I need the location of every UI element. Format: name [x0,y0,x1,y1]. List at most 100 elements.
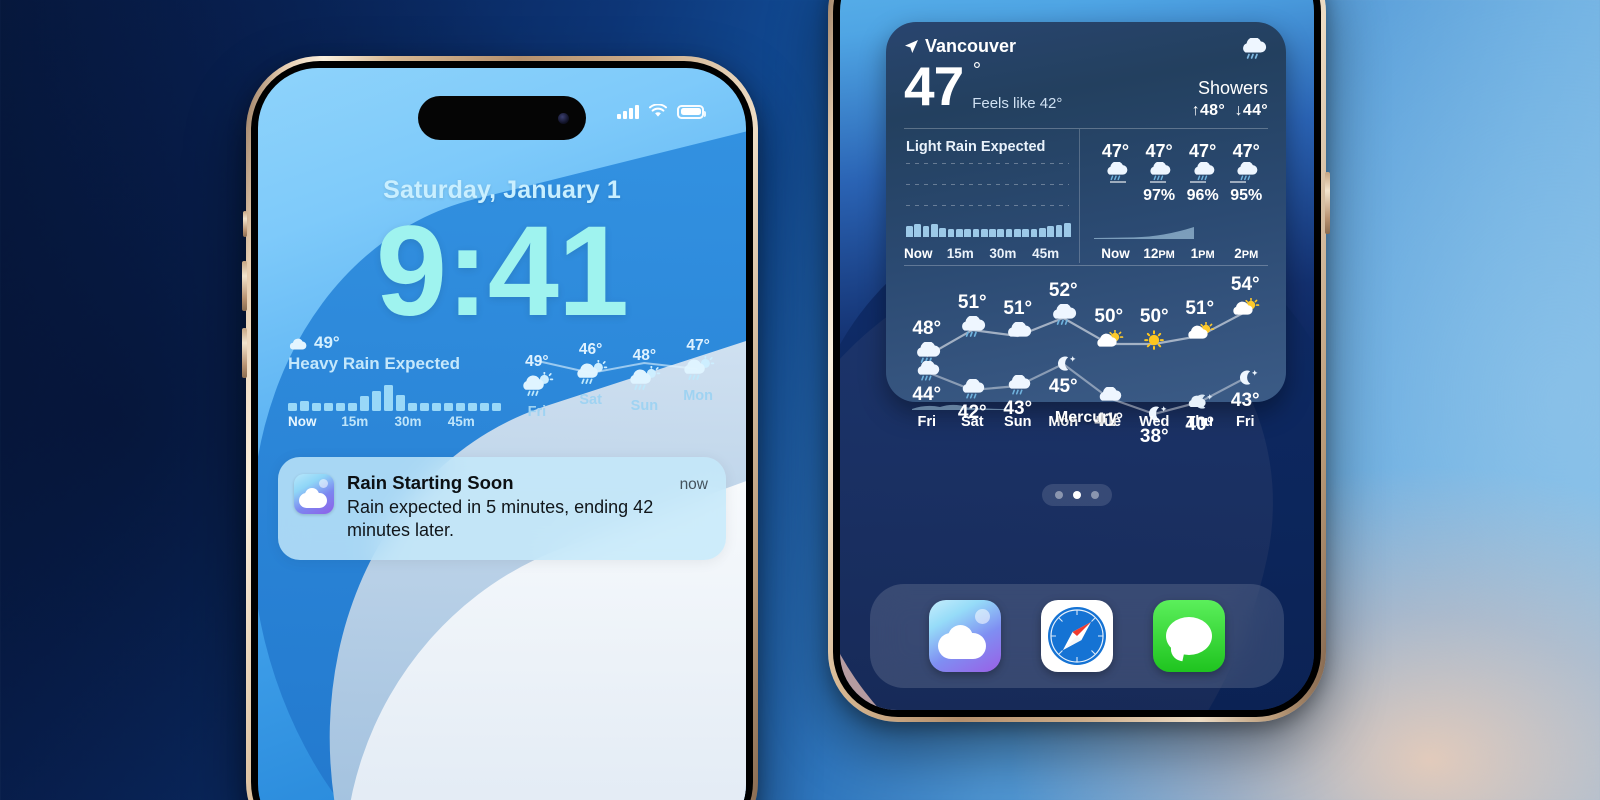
daily-low-temp: 45° [1048,376,1078,397]
hourly-temp: 47° [1145,141,1173,161]
safari-app-icon [1048,607,1106,665]
widget-title-label: Mercury [1054,409,1118,426]
background-gradient [0,0,1600,800]
rain-cloud-icon [1243,38,1267,59]
rain-cloud-icon [1150,161,1171,181]
home-screen[interactable]: Vancouver 47 ° Feels like 42° Showers ↑4… [840,0,1314,710]
lock-day-temp: 46° [578,341,603,358]
power-button[interactable] [1325,172,1330,234]
battery-icon [677,104,707,119]
page-dot[interactable] [1055,491,1063,499]
precipitation-axis-labels: Now 15m 30m 45m [288,414,501,429]
daily-high-temp: 51° [1185,298,1215,319]
weather-widget-large[interactable]: Vancouver 47 ° Feels like 42° Showers ↑4… [886,22,1286,447]
lock-day-temp: 49° [525,353,549,370]
messages-app-icon [1166,617,1212,655]
precipitation-label: Light Rain Expected [906,139,1046,155]
precip-axis-label: Now [904,246,933,261]
lock-day-name: Fri [527,404,547,420]
dock-app-weather[interactable] [929,600,1001,672]
sun-rain-icon [576,359,607,384]
hourly-precip-chance: 97% [1143,187,1176,205]
hourly-axis-label: 12PM [1143,246,1175,261]
cloud-icon [1007,321,1031,337]
lock-weather-condition: Heavy Rain Expected [288,354,460,373]
lock-day-name: Sat [579,392,602,408]
dock-app-safari[interactable] [1041,600,1113,672]
precip-axis-label: Now [288,414,317,429]
wifi-icon [649,104,667,117]
silent-switch-button[interactable] [243,211,247,237]
rain-cloud-icon [1237,161,1258,181]
lock-forecast-day: 47° Mon [672,337,724,420]
lock-forecast-widget[interactable]: 49° Fri 46° Sat 48° Sun 47° Mon [511,333,724,429]
notification-banner[interactable]: Rain Starting Soon now Rain expected in … [278,457,726,560]
lock-day-temp: 48° [632,347,657,364]
rain-cloud-icon [917,360,939,381]
lock-weather-widget[interactable]: 49° Heavy Rain Expected Now 15m 30m 45m [280,333,502,429]
page-dot[interactable] [1091,491,1099,499]
lock-screen[interactable]: Saturday, January 1 9:41 49° Heavy Rain … [258,68,746,800]
precip-axis-label: 30m [989,246,1017,261]
rain-cloud-icon [1106,161,1127,181]
daily-low-temp: 44° [912,384,942,405]
notification-time: now [679,476,708,493]
lock-weather-head: 49° [288,333,501,353]
iphone-home-screen-device: Vancouver 47 ° Feels like 42° Showers ↑4… [828,0,1330,722]
lock-day-name: Mon [683,388,714,404]
location-arrow-icon [905,40,918,53]
hourly-axis-labels: Now 12PM 1PM 2PM [1094,246,1268,261]
hourly-forecast-panel: 47° 47° 97% 47° 96% 47° 95% Now 12PM 1PM 2PM [1078,129,1268,263]
sun-icon [1144,330,1165,350]
sun-cloud-icon [1097,329,1124,347]
rain-cloud-icon [963,378,985,399]
volume-up-button[interactable] [242,261,247,311]
moon-stars-icon [1058,355,1076,371]
daily-high-temp: 50° [1139,306,1169,327]
daily-forecast-row: 48° 44° Fri 51° 42° Sat 51° 43° Sun 52° 45° Mon 50° 4… [904,272,1268,447]
notification-message: Rain expected in 5 minutes, ending 42 mi… [347,497,654,541]
widget-feels-like: Feels like 42° [972,94,1063,112]
cloud-icon [289,338,307,350]
widget-location-name: Vancouver [925,36,1017,56]
daily-high-temp: 48° [912,318,942,339]
cloud-icon [1099,386,1121,401]
daily-high-temp: 51° [1003,298,1033,319]
widget-divider-mid [904,265,1268,266]
hourly-precip-chance: 95% [1230,187,1263,205]
daily-high-temp: 52° [1048,280,1078,301]
notification-title: Rain Starting Soon [347,472,514,493]
precipitation-gridlines [906,163,1069,225]
lock-forecast-days: 49° Fri 46° Sat 48° Sun 47° Mon [511,333,724,420]
dynamic-island[interactable] [418,96,586,140]
lock-day-temp: 47° [686,337,710,354]
lock-forecast-day: 48° Sun [619,347,671,420]
hourly-temp: 47° [1232,141,1260,161]
precip-axis-label: 15m [946,246,974,261]
hourly-forecast-item: 47° [1094,141,1138,205]
cellular-bars-icon [617,104,639,119]
dock-app-messages[interactable] [1153,600,1225,672]
hourly-temp: 47° [1101,141,1130,161]
front-camera-icon [558,112,569,124]
precip-axis-label: 45m [1032,246,1060,261]
page-dot[interactable] [1073,491,1081,499]
sun-rain-icon [523,371,554,396]
widget-high-low: ↑48° ↓44° [1191,102,1268,119]
rain-cloud-icon [1194,161,1215,181]
rain-cloud-icon [1053,303,1077,325]
precipitation-axis-labels-large: Now 15m 30m 45m [904,246,1075,261]
hourly-axis-label: 1PM [1190,246,1215,261]
sun-cloud-icon [1188,321,1215,339]
page-indicator-dots[interactable] [1042,484,1112,506]
hourly-axis-label: Now [1101,246,1130,261]
hourly-trend-curve [1093,227,1194,239]
hourly-forecast-item: 47° 97% [1137,141,1181,205]
iphone-lock-screen-device: Saturday, January 1 9:41 49° Heavy Rain … [242,56,758,800]
hourly-forecast-row: 47° 47° 97% 47° 96% 47° 95% [1094,139,1268,205]
app-dock [870,584,1284,688]
widget-condition: Showers [1197,78,1268,98]
lock-forecast-day: 46° Sat [565,341,617,420]
precipitation-bar-chart-large [906,219,1071,237]
volume-down-button[interactable] [242,328,247,378]
